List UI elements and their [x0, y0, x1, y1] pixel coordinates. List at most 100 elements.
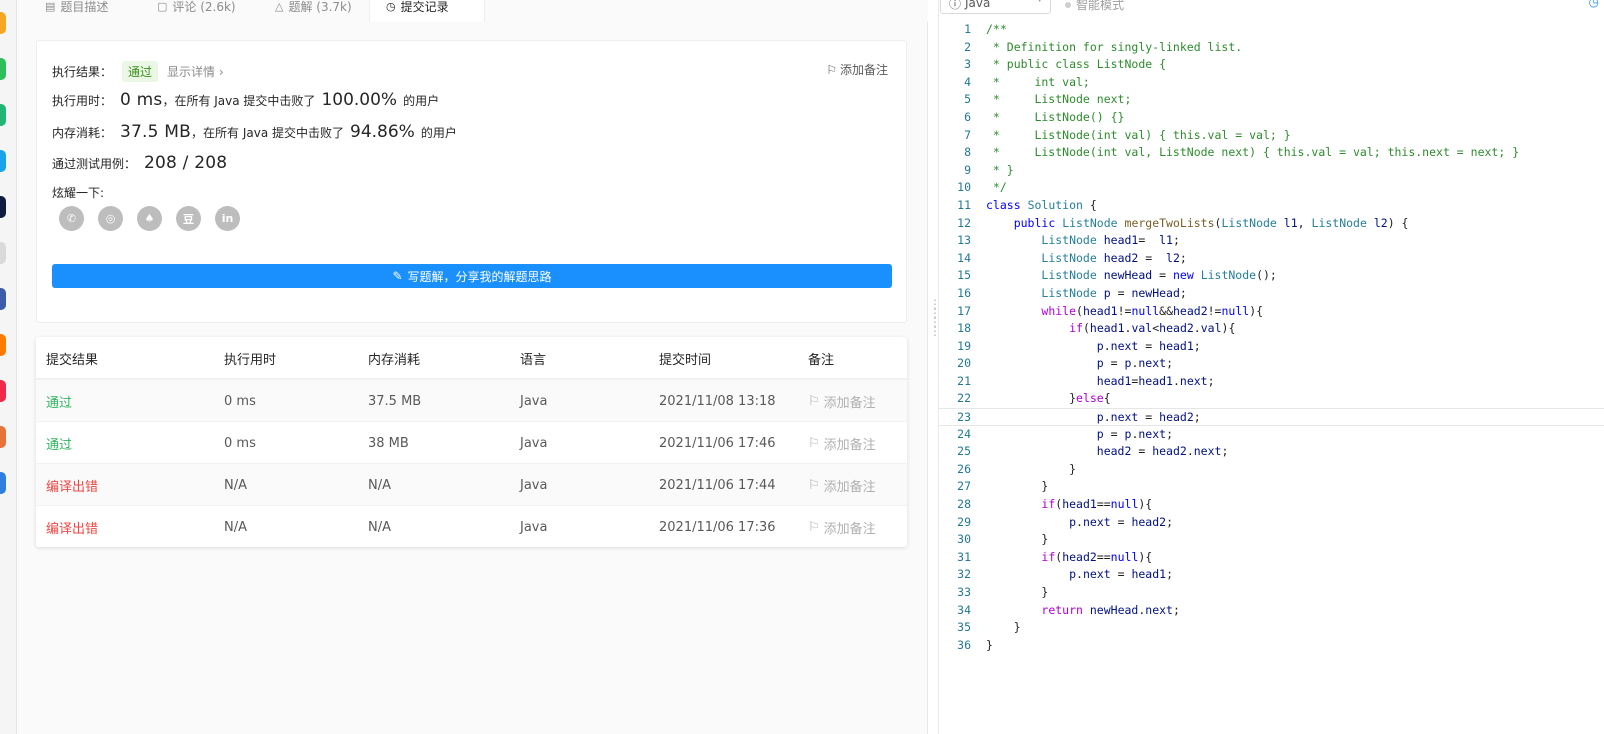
code-text: * ListNode(int val, ListNode next) { thi… [986, 145, 1520, 160]
app-icon[interactable] [0, 12, 6, 34]
submission-result-link[interactable]: 通过 [46, 380, 72, 422]
code-line[interactable]: 9 * } [939, 162, 1604, 180]
submission-result-link[interactable]: 通过 [46, 422, 72, 464]
code-line[interactable]: 23 p.next = head2; [939, 408, 1604, 426]
pane-resize-handle[interactable]: ⋮ ⋮ ⋮ ⋮ [929, 298, 941, 370]
code-line[interactable]: 14 ListNode head2 = l2; [939, 250, 1604, 268]
code-line[interactable]: 19 p.next = head1; [939, 338, 1604, 356]
code-line[interactable]: 20 p = p.next; [939, 355, 1604, 373]
app-icon[interactable] [0, 242, 6, 264]
submission-result-card: 执行结果： 通过 显示详情 › ⚐ 添加备注 执行用时： 0 ms ，在所有 J… [36, 40, 907, 323]
line-number: 1 [964, 22, 971, 36]
code-line[interactable]: 35 } [939, 619, 1604, 637]
code-text: /** [986, 22, 1007, 36]
column-header: 内存消耗 [368, 352, 421, 368]
code-line[interactable]: 33 } [939, 584, 1604, 602]
code-text: * int val; [986, 74, 1090, 89]
app-icon[interactable] [0, 196, 6, 218]
code-text: } [986, 461, 1077, 476]
write-solution-button[interactable]: ✎ 写题解，分享我的解题思路 [52, 264, 892, 288]
code-line[interactable]: 29 p.next = head2; [939, 514, 1604, 532]
code-line[interactable]: 3 * public class ListNode { [939, 56, 1604, 74]
line-number: 15 [957, 268, 971, 283]
line-number: 20 [957, 356, 971, 371]
add-note-button[interactable]: ⚐ 添加备注 [808, 422, 876, 464]
qq-icon[interactable]: ♠ [137, 206, 162, 231]
code-line[interactable]: 13 ListNode head1= l1; [939, 232, 1604, 250]
memory-row: 内存消耗： 37.5 MB ，在所有 Java 提交中击败了 94.86% 的用… [52, 122, 457, 142]
code-line[interactable]: 16 ListNode p = newHead; [939, 285, 1604, 303]
code-editor-pane: ⓘ Java ▾ 智能模式 ◷ 1 /** 2 * Definition for s… [938, 0, 1604, 734]
code-line[interactable]: 17 while(head1!=null&&head2!=null){ [939, 303, 1604, 321]
comment-icon: ▢ [157, 0, 168, 13]
code-line[interactable]: 1 /** [939, 21, 1604, 39]
code-line[interactable]: 22 }else{ [939, 390, 1604, 408]
code-line[interactable]: 28 if(head1==null){ [939, 496, 1604, 514]
code-line[interactable]: 18 if(head1.val<head2.val){ [939, 320, 1604, 338]
code-line[interactable]: 7 * ListNode(int val) { this.val = val; … [939, 127, 1604, 145]
app-icon[interactable] [0, 288, 6, 310]
tab-comments[interactable]: ▢ 评论 (2.6k) [141, 0, 252, 22]
linkedin-icon[interactable]: in [215, 206, 240, 231]
code-line[interactable]: 4 * int val; [939, 74, 1604, 92]
share-label: 炫耀一下: [52, 186, 105, 200]
code-text: p.next = head1; [1069, 567, 1174, 582]
line-number: 2 [964, 39, 971, 54]
code-line[interactable]: 10 */ [939, 179, 1604, 197]
code-line[interactable]: 12 public ListNode mergeTwoLists(ListNod… [939, 215, 1604, 233]
add-note-button[interactable]: ⚐ 添加备注 [808, 506, 876, 548]
add-note-button[interactable]: ⚐ 添加备注 [808, 380, 876, 422]
code-line[interactable]: 11 class Solution { [939, 197, 1604, 215]
code-area[interactable]: 1 /** 2 * Definition for singly-linked lis… [939, 21, 1604, 654]
code-line[interactable]: 21 head1=head1.next; [939, 373, 1604, 391]
status-dot-icon [1065, 1, 1071, 8]
history-icon[interactable]: ◷ [1589, 0, 1599, 9]
code-line[interactable]: 26 } [939, 461, 1604, 479]
code-line[interactable]: 30 } [939, 531, 1604, 549]
show-detail-link[interactable]: 显示详情 › [167, 63, 224, 80]
code-line[interactable]: 5 * ListNode next; [939, 91, 1604, 109]
code-line[interactable]: 24 p = p.next; [939, 426, 1604, 444]
smart-mode-toggle[interactable]: 智能模式 [1065, 0, 1124, 13]
tab-description[interactable]: ▤ 题目描述 [29, 0, 124, 22]
code-line[interactable]: 32 p.next = head1; [939, 566, 1604, 584]
line-number: 6 [964, 109, 971, 124]
code-line[interactable]: 36} [939, 637, 1604, 655]
submission-result-link[interactable]: 编译出错 [46, 506, 98, 548]
add-note-button[interactable]: ⚐ 添加备注 [808, 464, 876, 506]
runtime-row: 执行用时： 0 ms ，在所有 Java 提交中击败了 100.00% 的用户 [52, 90, 439, 110]
smart-mode-label: 智能模式 [1076, 0, 1125, 12]
code-text: } [986, 532, 1049, 547]
language-select[interactable]: ⓘ Java ▾ [940, 0, 1051, 14]
code-line[interactable]: 25 head2 = head2.next; [939, 443, 1604, 461]
tab-submissions[interactable]: ◷ 提交记录 [369, 0, 485, 22]
status-label: 执行结果： [52, 65, 113, 79]
code-line[interactable]: 2 * Definition for singly-linked list. [939, 39, 1604, 57]
info-icon: ⓘ [949, 0, 962, 11]
tab-solutions[interactable]: △ 题解 (3.7k) [259, 0, 368, 22]
code-line[interactable]: 6 * ListNode() {} [939, 109, 1604, 127]
code-text: ListNode head1= l1; [1041, 233, 1180, 248]
app-icon[interactable] [0, 426, 6, 448]
flask-icon: △ [275, 0, 284, 13]
code-line[interactable]: 15 ListNode newHead = new ListNode(); [939, 267, 1604, 285]
code-line[interactable]: 8 * ListNode(int val, ListNode next) { t… [939, 144, 1604, 162]
app-icon[interactable] [0, 150, 6, 172]
submission-result-link[interactable]: 编译出错 [46, 464, 98, 506]
code-line[interactable]: 34 return newHead.next; [939, 602, 1604, 620]
column-header: 备注 [808, 352, 835, 368]
app-icon[interactable] [0, 334, 6, 356]
app-icon[interactable] [0, 472, 6, 494]
weibo-icon[interactable]: ◎ [98, 206, 123, 231]
code-line[interactable]: 27 } [939, 478, 1604, 496]
runtime-cell: N/A [224, 477, 247, 493]
add-note-label: 添加备注 [823, 437, 876, 453]
app-icon[interactable] [0, 58, 6, 80]
add-note-button[interactable]: ⚐ 添加备注 [826, 61, 888, 78]
code-line[interactable]: 31 if(head2==null){ [939, 549, 1604, 567]
app-icon[interactable] [0, 380, 6, 402]
add-note-label: 添加备注 [823, 479, 876, 495]
wechat-icon[interactable]: ✆ [59, 206, 84, 231]
app-icon[interactable] [0, 104, 6, 126]
douban-icon[interactable]: 豆 [176, 206, 201, 231]
